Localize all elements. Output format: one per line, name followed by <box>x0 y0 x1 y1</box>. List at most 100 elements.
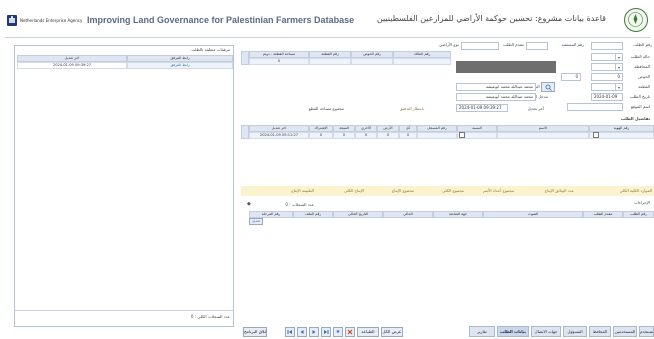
agency-name: Netherlands Enterprise Agency <box>20 18 83 23</box>
actions-header-0[interactable]: رقم الطلب <box>623 211 654 218</box>
owners-cell-4[interactable]: 0 <box>399 132 417 139</box>
owners-cell-5[interactable]: 0 <box>377 132 399 139</box>
last-record-button[interactable] <box>321 327 331 337</box>
parcels-header-3[interactable]: مساحة القطعة - دونم <box>249 51 309 58</box>
parcels-cell-owner[interactable] <box>393 58 451 65</box>
owners-header-4[interactable]: كل <box>399 125 417 132</box>
parcels-header-2[interactable]: رقم القطعة <box>309 51 351 58</box>
approval-note: بانتظار التدقيق <box>399 106 424 111</box>
field-worker-search-button[interactable] <box>541 82 555 92</box>
owners-header-9[interactable]: آخر تعديل <box>249 125 309 132</box>
site-field[interactable] <box>567 103 623 111</box>
tab-reports[interactable]: تقارير <box>469 326 495 337</box>
app-title-english: Improving Land Governance for Palestinia… <box>87 15 355 25</box>
attachments-footer-divider <box>15 310 233 311</box>
applicant-id-field[interactable] <box>526 42 548 50</box>
tab-responsible[interactable]: المسؤول <box>563 326 587 337</box>
close-program-button[interactable]: إغلاق البرنامج <box>243 327 267 337</box>
totals-bar: الموارد الكلية الكلي عدد الوثائق الإنتاج… <box>241 186 654 196</box>
owner-checkbox-2[interactable] <box>593 132 599 138</box>
owners-cell-6[interactable]: 0 <box>355 132 377 139</box>
first-record-button[interactable] <box>285 327 295 337</box>
tab-users[interactable]: المستخدمين <box>613 326 637 337</box>
owners-header-1[interactable]: الاسم <box>497 125 589 132</box>
header-divider <box>5 37 650 38</box>
last-edit-field: 2024-01-09 09:39:27 <box>456 104 508 112</box>
owners-cell-date: 2024-01-09 09:11:27 <box>249 132 309 139</box>
tab-governor[interactable]: المحافظ <box>589 326 611 337</box>
tab-request-data[interactable]: بيانات الطلب <box>497 326 529 337</box>
label-basin: الحوض <box>638 74 650 79</box>
parcels-header-0[interactable]: رقم المالك <box>393 51 451 58</box>
actions-header-1[interactable]: مقدم الطلب <box>583 211 623 218</box>
actions-expand-icon[interactable]: ◆ <box>247 201 251 207</box>
actions-header-7[interactable]: رقم المرحلة <box>249 211 293 218</box>
attachments-col-date[interactable]: آخر تعديل <box>17 55 127 62</box>
prev-record-icon <box>300 330 304 334</box>
owners-header-6[interactable]: الأخرى <box>355 125 377 132</box>
label-applicant-id: رقم المستفيد <box>561 42 584 47</box>
owners-row-selector[interactable] <box>241 125 249 139</box>
parcels-cell-basin[interactable] <box>351 58 393 65</box>
parcels-row-selector[interactable] <box>241 51 249 65</box>
num-field-1[interactable]: 0 <box>591 73 623 81</box>
actions-header-6[interactable]: رقم الملف <box>293 211 333 218</box>
actions-label: الإجراءات <box>634 200 650 205</box>
edit-action-button[interactable]: تعديل <box>249 218 263 225</box>
applicant-field[interactable] <box>461 42 499 50</box>
ministry-seal <box>624 8 648 32</box>
section-request-details: تفاصيل الطلب <box>621 116 650 121</box>
field-worker-select-2[interactable]: محمد عبدالله محمد ابوعيشة <box>456 93 536 101</box>
owners-header-2[interactable]: النسبة <box>457 125 497 132</box>
owners-header-7[interactable]: النتيجة <box>333 125 355 132</box>
label-site: اسم الموقع <box>630 104 650 109</box>
actions-header-4[interactable]: الحالي <box>383 211 433 218</box>
field-worker-select-1[interactable]: محمد عبدالله محمد ابوعيشة <box>456 83 536 91</box>
request-date-field[interactable]: 2024-01-09 <box>591 93 623 101</box>
request-form-panel: رقم الطلب رقم المستفيد مقدم الطلب نوع ال… <box>241 40 654 337</box>
totals-3: مجموع الكلي <box>442 188 464 193</box>
chevron-down-icon: ▾ <box>615 64 622 70</box>
print-button[interactable]: الطباعة <box>357 327 379 337</box>
num-field-2[interactable]: 0 <box>561 73 581 81</box>
delete-icon <box>347 329 353 335</box>
status-field[interactable]: ▾ <box>591 53 623 61</box>
parcels-cell-parcel[interactable] <box>309 58 351 65</box>
owner-checkbox-1[interactable] <box>459 132 465 138</box>
actions-count: عدد السجلات : 0 <box>285 202 314 207</box>
owners-header-8[interactable]: الإشتراك <box>309 125 333 132</box>
owners-cell-1[interactable] <box>497 132 589 139</box>
next-record-button[interactable] <box>309 327 319 337</box>
owners-header-3[interactable]: رقم المسجل <box>417 125 457 132</box>
owners-header-5[interactable]: الأرض <box>377 125 399 132</box>
new-record-button[interactable]: ✱ <box>333 327 343 337</box>
parcels-header-1[interactable]: رقم الحوض <box>351 51 393 58</box>
owners-cell-7[interactable]: 0 <box>333 132 355 139</box>
tab-contacts[interactable]: جهات الاتصال <box>531 326 561 337</box>
label-last-edit: آخر تعديل <box>527 106 544 111</box>
actions-header-2[interactable]: الصوت <box>483 211 583 218</box>
governorate-field[interactable]: ▾ <box>591 63 623 71</box>
attachment-link[interactable]: رابط المرفق <box>127 62 233 69</box>
attachment-date: 2024-01-09 09:39:27 <box>17 62 127 69</box>
owners-cell-8[interactable]: 0 <box>309 132 333 139</box>
actions-header-5[interactable]: التاريخ الحالي <box>333 211 383 218</box>
actions-header-3[interactable]: جهة المتابعة <box>433 211 483 218</box>
attachments-col-link[interactable]: رابط المرفق <box>127 55 233 62</box>
label-land-type: نوع الأراضي <box>438 42 459 47</box>
delete-record-button[interactable] <box>345 327 355 337</box>
request-no-field[interactable] <box>591 42 623 50</box>
totals-6: الطبيعة الإنتاج <box>291 188 314 193</box>
chevron-down-icon: ▾ <box>615 54 622 60</box>
prev-record-button[interactable] <box>297 327 307 337</box>
app-title-arabic: قاعدة بيانات مشروع: تحسين حوكمة الأراضي … <box>376 14 606 23</box>
label-status: حالة الطلب <box>630 54 650 59</box>
filter-all-button[interactable]: عرض الكل <box>381 327 403 337</box>
owners-header-0[interactable]: رقم الهوية <box>589 125 654 132</box>
tab-user[interactable]: المستخدم <box>639 326 654 337</box>
parcels-cell-area[interactable]: 0 <box>249 58 309 65</box>
owners-cell-3[interactable] <box>417 132 457 139</box>
parcel-field[interactable]: ▾ <box>591 83 623 91</box>
attachments-title: مرفقات متعلقة بالطلب <box>191 47 230 52</box>
label-total-area: مجموع مساحة القطع <box>308 106 344 111</box>
